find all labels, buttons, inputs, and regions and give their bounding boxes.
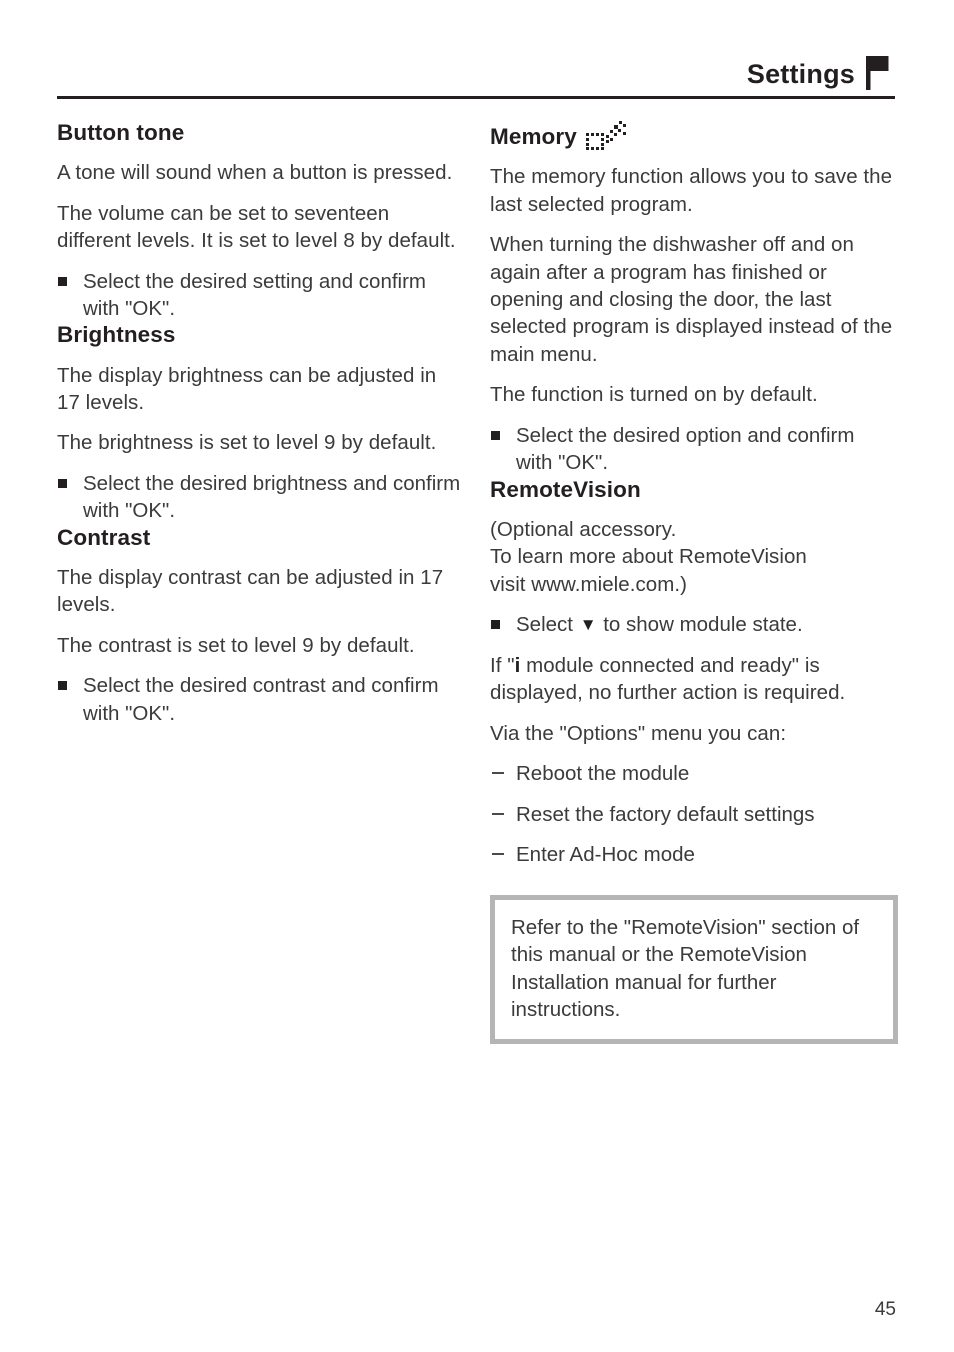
list-item-label: Select the desired contrast and confirm …: [83, 674, 439, 725]
page-title: Settings: [746, 59, 855, 89]
list-item-label: Select the desired brightness and confir…: [83, 471, 461, 523]
status-suffix-label: module connected and ready" is displayed…: [490, 653, 846, 705]
dash-bullet-icon: [492, 812, 504, 815]
paragraph-brightness-2: The brightness is set to level 9 by defa…: [57, 431, 437, 455]
left-column: Button tone A tone will sound when a but…: [57, 120, 462, 727]
header-divider: [57, 96, 895, 99]
section-heading-memory-label: Memory: [490, 124, 577, 149]
bullet-list-remotevision-select: Select ▼ to show module state.: [490, 611, 895, 638]
list-item: Reset the factory default settings: [490, 801, 895, 828]
list-item-label: Reset the factory default settings: [516, 802, 815, 826]
section-heading-brightness: Brightness: [57, 322, 176, 348]
paragraph-brightness-1: The display brightness can be adjusted i…: [57, 363, 437, 414]
list-item: Select the desired contrast and confirm …: [57, 672, 462, 727]
list-item: Select the desired option and confirm wi…: [490, 422, 895, 477]
list-item: Select the desired setting and confirm w…: [57, 268, 462, 323]
bullet-list-memory: Select the desired option and confirm wi…: [490, 422, 895, 477]
paragraph-button-tone-2: The volume can be set to seventeen diffe…: [57, 201, 456, 253]
right-column: Memory The memory function allows you to…: [490, 120, 898, 1045]
paragraph-button-tone-1: A tone will sound when a button is press…: [57, 161, 453, 185]
paragraph-contrast-2: The contrast is set to level 9 by defaul…: [57, 633, 415, 657]
paragraph-contrast-1: The display contrast can be adjusted in …: [57, 565, 444, 617]
section-heading-button-tone: Button tone: [57, 120, 185, 145]
memory-icon: [584, 120, 628, 150]
select-suffix-label: to show module state.: [603, 613, 803, 637]
paragraph-memory-1: The memory function allows you to save t…: [490, 165, 893, 216]
list-item-label: Select the desired setting and confirm w…: [83, 269, 426, 320]
manual-page: Settings Button tone A tone will sound w…: [0, 0, 954, 1352]
flag-icon: [865, 56, 895, 90]
paragraph-memory-2: When turning the dishwasher off and on a…: [490, 233, 893, 366]
status-prefix-label: If ": [490, 653, 515, 677]
square-bullet-icon: [491, 620, 500, 630]
square-bullet-icon: [58, 681, 67, 691]
bullet-list-button-tone: Select the desired setting and confirm w…: [57, 268, 462, 323]
list-item: Select ▼ to show module state.: [490, 611, 895, 638]
paragraph-remotevision-intro: (Optional accessory. To learn more about…: [490, 516, 895, 598]
section-heading-contrast: Contrast: [57, 524, 151, 550]
list-item: Reboot the module: [490, 760, 895, 787]
paragraph-module-status: If "i module connected and ready" is dis…: [490, 652, 895, 707]
square-bullet-icon: [58, 478, 67, 488]
list-item-label: Enter Ad-Hoc mode: [516, 843, 695, 867]
paragraph-options-intro: Via the "Options" menu you can:: [490, 721, 787, 745]
page-header: Settings: [57, 44, 895, 92]
square-bullet-icon: [491, 430, 500, 440]
intro-line-1: (Optional accessory.: [490, 517, 677, 541]
dash-bullet-icon: [492, 772, 504, 775]
triangle-down-icon: ▼: [579, 615, 597, 635]
square-bullet-icon: [58, 276, 67, 286]
select-prefix-label: Select: [516, 613, 573, 637]
options-list: Reboot the module Reset the factory defa…: [490, 760, 895, 868]
list-item-label: Select the desired option and confirm wi…: [516, 423, 855, 475]
list-item: Enter Ad-Hoc mode: [490, 841, 895, 868]
paragraph-memory-3: The function is turned on by default.: [490, 383, 818, 407]
dash-bullet-icon: [492, 853, 504, 856]
note-box: Refer to the "RemoteVision" section of t…: [490, 894, 898, 1045]
intro-line-3: visit www.miele.com.): [490, 572, 687, 596]
list-item-label: Reboot the module: [516, 762, 690, 786]
page-number: 45: [874, 1299, 896, 1320]
intro-line-2: To learn more about RemoteVision: [490, 545, 807, 569]
list-item: Select the desired brightness and confir…: [57, 470, 462, 525]
bullet-list-contrast: Select the desired contrast and confirm …: [57, 672, 462, 727]
section-heading-remotevision: RemoteVision: [490, 476, 641, 502]
note-box-text: Refer to the "RemoteVision" section of t…: [511, 915, 860, 1021]
bullet-list-brightness: Select the desired brightness and confir…: [57, 470, 462, 525]
section-heading-memory: Memory: [490, 120, 895, 150]
